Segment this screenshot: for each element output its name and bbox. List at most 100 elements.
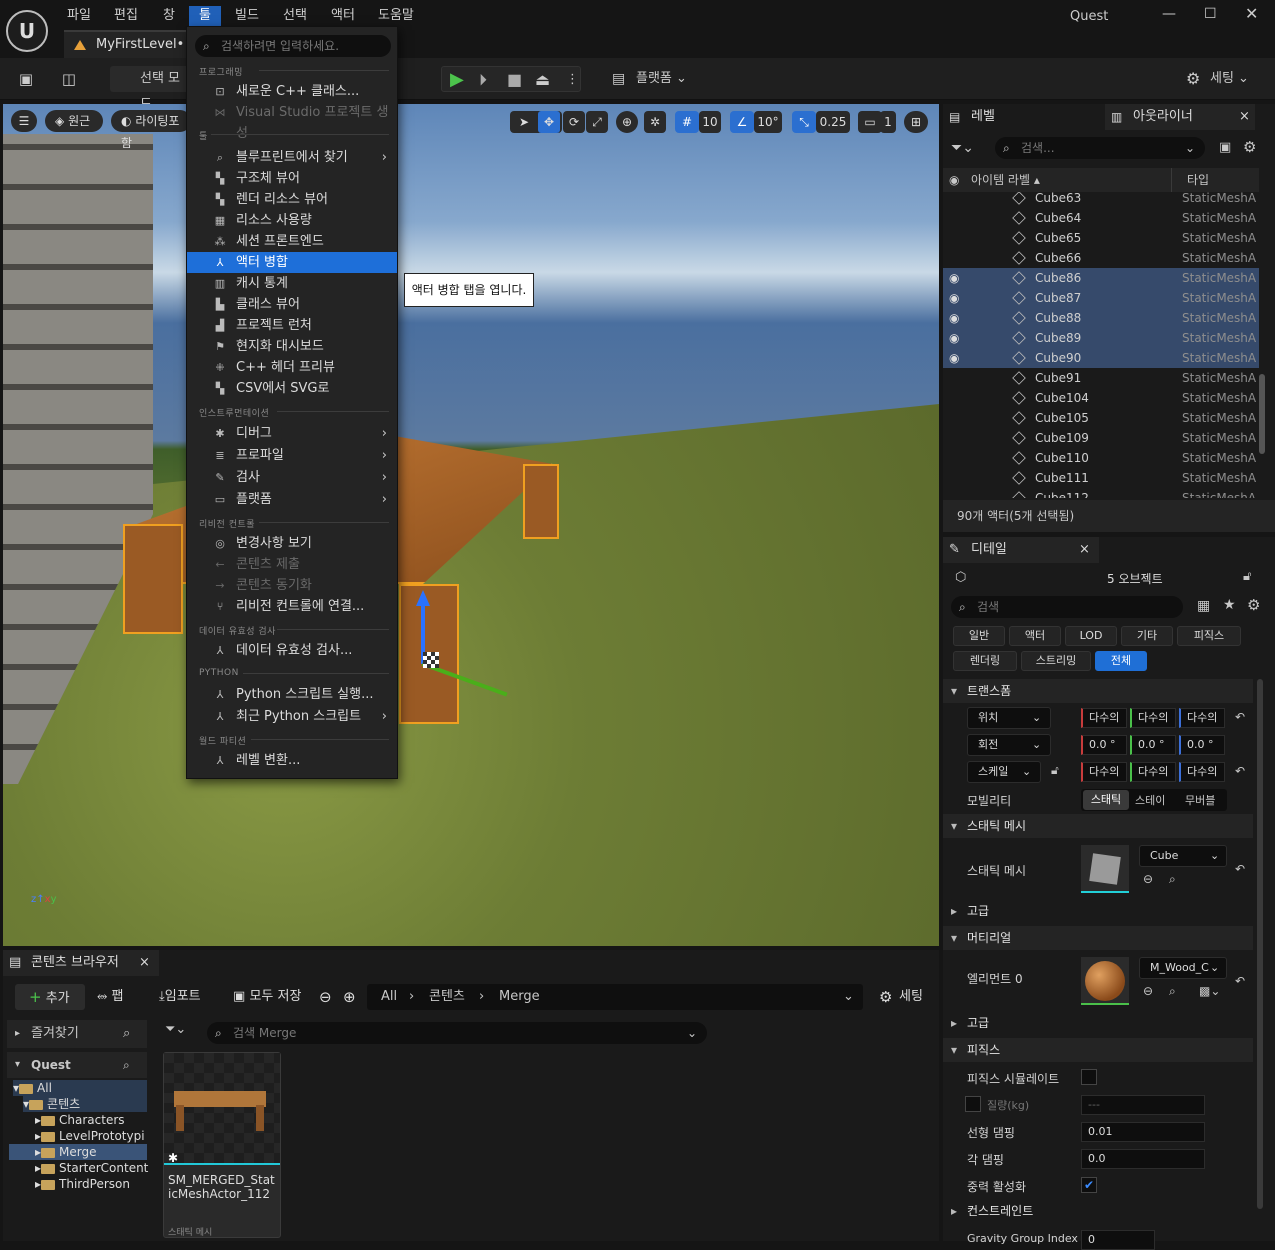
menu-tools[interactable]: 툴 — [189, 6, 221, 26]
outliner-row[interactable]: Cube111 StaticMeshA — [943, 468, 1259, 488]
scale-lock-icon[interactable]: 🔓︎ — [1051, 763, 1059, 778]
location-dropdown[interactable]: 위치 ⌄ — [967, 707, 1051, 729]
crumb-content[interactable]: 콘텐츠 — [429, 984, 465, 1010]
mobility-movable[interactable]: 무버블 — [1185, 792, 1215, 808]
close-tab-icon[interactable]: × — [139, 950, 150, 976]
browse-asset-icon[interactable]: ⌕ — [1169, 872, 1176, 887]
scale-dropdown[interactable]: 스케일 ⌄ — [967, 761, 1041, 783]
menu-localization-dashboard[interactable]: ⚑ 현지화 대시보드 — [187, 336, 397, 357]
filter-general[interactable]: 일반 — [953, 626, 1005, 646]
menu-recent-python-scripts[interactable]: ⅄ 최근 Python 스크립트 › — [187, 706, 397, 727]
outliner-row[interactable]: ◉ Cube90 StaticMeshA — [943, 348, 1259, 368]
tree-characters[interactable]: ▸ Characters — [35, 1112, 125, 1128]
menu-select[interactable]: 선택 — [279, 6, 311, 26]
visibility-eye-icon[interactable]: ◉ — [949, 308, 959, 328]
play-icon[interactable]: ▶ — [450, 67, 464, 93]
scale-z-field[interactable]: 다수의 — [1179, 762, 1225, 782]
world-space-icon[interactable]: ⊕ — [616, 111, 638, 133]
menu-edit[interactable]: 편집 — [110, 6, 142, 26]
close-window-icon[interactable]: ✕ — [1245, 4, 1258, 23]
outliner-row[interactable]: Cube64 StaticMeshA — [943, 208, 1259, 228]
tree-thirdperson[interactable]: ▸ ThirdPerson — [35, 1176, 130, 1192]
unreal-logo-icon[interactable]: U — [6, 10, 48, 52]
gizmo-center[interactable] — [423, 652, 439, 668]
favorites-star-icon[interactable]: ★ — [1223, 597, 1236, 613]
filter-icon[interactable]: ⏷⌄ — [165, 1022, 186, 1037]
browse-icon[interactable]: ◫ — [56, 66, 82, 92]
stop-icon[interactable]: ■ — [507, 67, 522, 93]
tab-details[interactable]: ✎ 디테일 × — [943, 537, 1099, 563]
details-settings-icon[interactable]: ⚙ — [1247, 596, 1260, 614]
outliner-row[interactable]: Cube91 StaticMeshA — [943, 368, 1259, 388]
filter-lod[interactable]: LOD — [1065, 626, 1117, 646]
tree-merge[interactable]: ▸ Merge — [9, 1144, 147, 1160]
checker-icon[interactable]: ▩⌄ — [1199, 984, 1220, 998]
tree-content[interactable]: ▾ 콘텐츠 — [23, 1096, 147, 1112]
step-icon[interactable]: ⏵ — [479, 67, 487, 93]
gizmo-z-arrow[interactable] — [416, 590, 430, 606]
menu-audit[interactable]: ✎ 검사 › — [187, 467, 397, 488]
tree-levelprototyping[interactable]: ▸ LevelPrototypi — [35, 1128, 147, 1144]
more-options-icon[interactable]: ⋮ — [566, 67, 579, 93]
outliner-row[interactable]: Cube104 StaticMeshA — [943, 388, 1259, 408]
menu-cache-stats[interactable]: ▥ 캐시 통계 — [187, 273, 397, 294]
menu-resource-usage[interactable]: ▦ 리소스 사용량 — [187, 210, 397, 231]
select-arrow-icon[interactable]: ➤ — [514, 111, 534, 133]
section-physics[interactable]: ▾ 피직스 — [943, 1038, 1253, 1062]
close-tab-icon[interactable]: × — [1079, 537, 1090, 563]
menu-new-cpp-class[interactable]: ⊡ 새로운 C++ 클래스... — [187, 81, 397, 102]
mesh-thumbnail[interactable] — [1081, 845, 1129, 893]
section-constraints[interactable]: ▸ 컨스트레인트 — [943, 1199, 1253, 1223]
search-icon[interactable]: ⌕ — [123, 1052, 130, 1078]
outliner-row[interactable]: ◉ Cube89 StaticMeshA — [943, 328, 1259, 348]
save-all-button[interactable]: ▣ 모두 저장 — [233, 984, 305, 1010]
section-materials[interactable]: ▾ 머티리얼 — [943, 926, 1253, 950]
menu-merge-actors[interactable]: ⅄ 액터 병합 — [187, 252, 397, 273]
tab-content-browser[interactable]: ▤ 콘텐츠 브라우저 × — [3, 950, 159, 976]
section-static-mesh[interactable]: ▾ 스태틱 메시 — [943, 814, 1253, 838]
asset-tile[interactable]: ✱ SM_MERGED_StaticMeshActor_112 스태틱 메시 — [163, 1052, 281, 1238]
rotation-y-field[interactable]: 0.0 ° — [1130, 735, 1176, 755]
save-icon[interactable]: ▣ — [14, 66, 38, 92]
menu-build[interactable]: 빌드 — [231, 6, 263, 26]
menu-render-resource-viewer[interactable]: ▚ 렌더 리소스 뷰어 — [187, 189, 397, 210]
menu-actor[interactable]: 액터 — [327, 6, 359, 26]
filter-physics[interactable]: 피직스 — [1177, 626, 1241, 646]
fab-button[interactable]: ⥈ 팹 — [97, 984, 137, 1010]
rotate-icon[interactable]: ⟳ — [563, 111, 585, 133]
filter-streaming[interactable]: 스트리밍 — [1021, 651, 1091, 671]
use-selected-icon[interactable]: ⊖ — [1143, 872, 1153, 886]
tree-all[interactable]: ▾ All — [13, 1080, 147, 1096]
lighting-button[interactable]: ◐ 라이팅포함 — [111, 110, 191, 150]
close-tab-icon[interactable]: × — [1239, 104, 1250, 130]
maximize-icon[interactable]: ☐ — [1204, 6, 1217, 22]
material-dropdown[interactable]: M_Wood_C ⌄ — [1139, 957, 1227, 979]
gravity-group-field[interactable]: 0 — [1081, 1230, 1155, 1250]
outliner-row[interactable]: ◉ Cube86 StaticMeshA — [943, 268, 1259, 288]
import-button[interactable]: ⤓임포트 — [159, 984, 219, 1010]
visibility-eye-icon[interactable]: ◉ — [949, 348, 959, 368]
menu-data-validation[interactable]: ⅄ 데이터 유효성 검사... — [187, 640, 397, 661]
details-scrollbar[interactable] — [1257, 679, 1263, 1209]
rotation-z-field[interactable]: 0.0 ° — [1179, 735, 1225, 755]
menu-view-changes[interactable]: ◎ 변경사항 보기 — [187, 533, 397, 554]
outliner-row[interactable]: ◉ Cube87 StaticMeshA — [943, 288, 1259, 308]
rotation-dropdown[interactable]: 회전 ⌄ — [967, 734, 1051, 756]
use-selected-icon[interactable]: ⊖ — [1143, 984, 1153, 998]
outliner-row[interactable]: Cube110 StaticMeshA — [943, 448, 1259, 468]
menu-struct-viewer[interactable]: ▚ 구조체 뷰어 — [187, 168, 397, 189]
minimize-icon[interactable]: — — [1162, 6, 1176, 22]
level-viewport[interactable]: z↑xy ☰ ◈ 원근 ◐ 라이팅포함 ➤ ✥ ⟳ ⤢ ⊕ ✲ # 10 ∠ 1… — [3, 104, 939, 946]
location-z-field[interactable]: 다수의 — [1179, 708, 1225, 728]
menu-cpp-header-preview[interactable]: ⁜ C++ 헤더 프리뷰 — [187, 357, 397, 378]
move-icon[interactable]: ✥ — [538, 111, 560, 133]
filter-rendering[interactable]: 렌더링 — [953, 651, 1017, 671]
rotation-snap-value[interactable]: 10° — [754, 111, 782, 133]
grid-snap-icon[interactable]: # — [675, 111, 699, 133]
layout-icon[interactable]: ⊞ — [904, 111, 928, 133]
section-transform[interactable]: ▾ 트랜스폼 — [943, 679, 1253, 703]
menu-run-python-script[interactable]: ⅄ Python 스크립트 실행... — [187, 684, 397, 705]
tab-outliner[interactable]: ▥ 아웃라이너 × — [1105, 104, 1255, 130]
details-search-input[interactable]: ⌕ 검색 — [951, 596, 1183, 618]
filter-all[interactable]: 전체 — [1095, 651, 1147, 671]
